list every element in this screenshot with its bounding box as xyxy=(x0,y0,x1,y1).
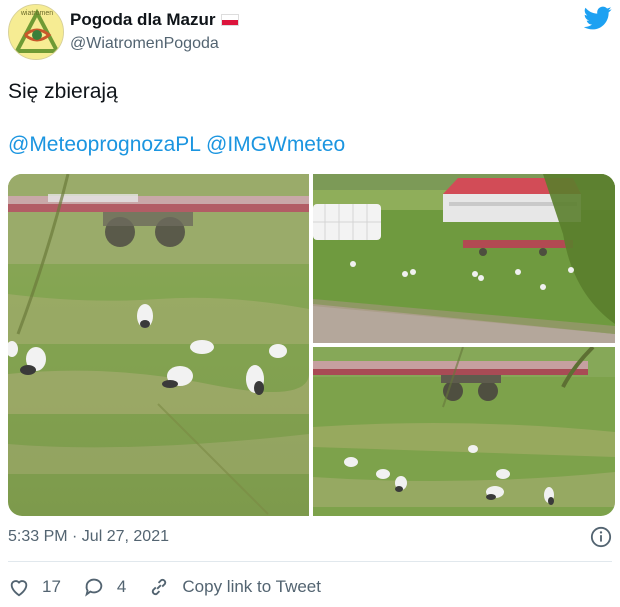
tweet-text: Się zbierają xyxy=(8,80,118,103)
avatar-wordmark: wiatromen xyxy=(20,10,53,17)
twitter-bird-icon[interactable] xyxy=(584,4,612,32)
reply-icon xyxy=(85,578,103,597)
tweet-timestamp[interactable]: 5:33 PM · Jul 27, 2021 xyxy=(8,528,169,546)
tweet-actions: 17 4 Copy link to Tweet xyxy=(8,573,343,601)
display-name[interactable]: Pogoda dla Mazur xyxy=(70,10,240,30)
divider xyxy=(8,561,612,562)
photo-3[interactable] xyxy=(313,347,615,516)
farm-field-image xyxy=(313,174,615,343)
storks-closeup-image xyxy=(8,174,309,516)
photo-grid xyxy=(8,174,615,516)
avatar[interactable]: wiatromen xyxy=(8,4,64,60)
user-handle[interactable]: @WiatromenPogoda xyxy=(70,35,219,53)
trailer-storks-image xyxy=(313,347,615,516)
link-icon xyxy=(152,578,167,596)
like-count: 17 xyxy=(42,577,61,596)
mention-imgw[interactable]: @IMGWmeteo xyxy=(206,133,345,156)
photo-1[interactable] xyxy=(8,174,309,516)
info-icon[interactable] xyxy=(590,526,612,548)
like-button[interactable]: 17 xyxy=(8,576,61,598)
display-name-text[interactable]: Pogoda dla Mazur xyxy=(70,10,215,29)
avatar-logo: wiatromen xyxy=(9,5,63,59)
copy-link-label: Copy link to Tweet xyxy=(182,577,321,596)
copy-link-button[interactable]: Copy link to Tweet xyxy=(148,576,321,598)
reply-count: 4 xyxy=(116,577,127,596)
mentions: @MeteoprognozaPL @IMGWmeteo xyxy=(8,133,345,157)
photo-2[interactable] xyxy=(313,174,615,343)
mention-meteoprognoza[interactable]: @MeteoprognozaPL xyxy=(8,133,200,156)
reply-button[interactable]: 4 xyxy=(83,576,126,598)
poland-flag-icon xyxy=(221,14,240,26)
heart-icon xyxy=(10,580,28,597)
